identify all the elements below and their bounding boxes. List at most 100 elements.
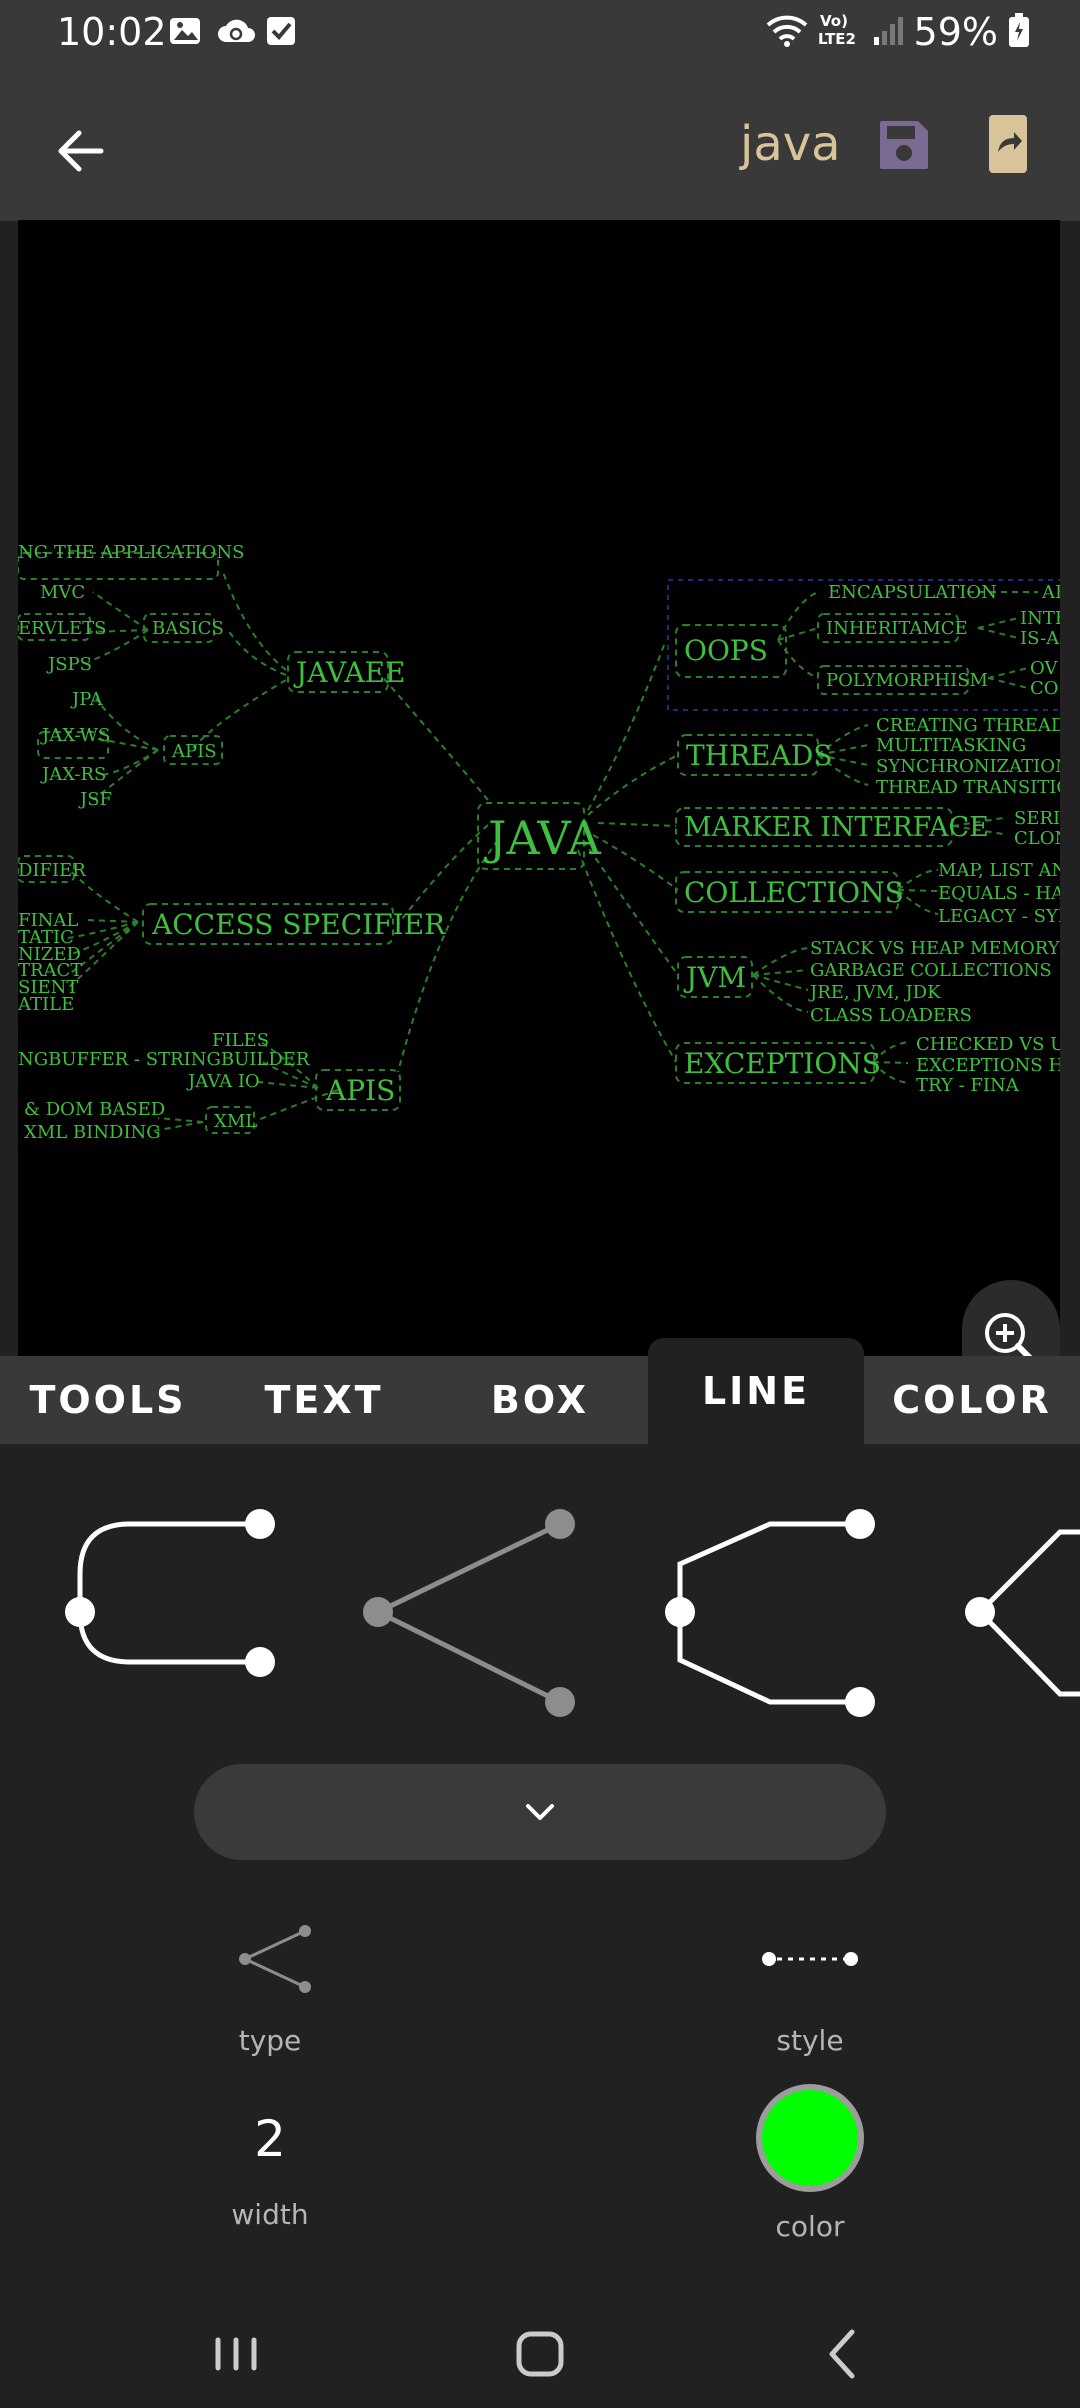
signal-icon — [872, 13, 904, 51]
width-label: width — [231, 2198, 309, 2231]
mindmap-leaf: ERVLETS — [18, 618, 106, 639]
straight-fork-line-icon[interactable] — [363, 1509, 575, 1717]
tab-text[interactable]: TEXT — [216, 1356, 432, 1444]
save-button[interactable] — [878, 112, 940, 178]
tab-tools[interactable]: TOOLS — [0, 1356, 216, 1444]
battery-percentage: 59% — [913, 10, 998, 54]
mindmap-leaf: CHECKED VS UN — [916, 1034, 1060, 1055]
mindmap-leaf: ENCAPSULATION — [828, 582, 997, 603]
mindmap-leaf: APIS — [171, 741, 217, 762]
back-chevron-icon — [829, 2329, 855, 2379]
mindmap-leaf: SYNCHRONIZATION — [876, 756, 1060, 777]
line-options-panel: type style 2 width color — [0, 1444, 1080, 2314]
mindmap-svg: JAVA JAVAEE ACCESS SPECIFIER APIS OOPS T… — [18, 542, 1060, 1143]
mindmap-leaf: MVC — [40, 582, 85, 603]
chevron-down-icon — [526, 1804, 554, 1820]
export-button[interactable] — [988, 112, 1034, 178]
status-time: 10:02 — [57, 10, 167, 54]
svg-text:Vo): Vo) — [820, 12, 848, 30]
mindmap-node-marker-interface: MARKER INTERFACE — [684, 812, 989, 843]
mindmap-leaf: JSF — [78, 789, 112, 810]
mindmap-node-apis: APIS — [325, 1074, 395, 1107]
document-title: java — [740, 116, 841, 172]
style-label: style — [776, 2024, 844, 2057]
curved-bracket-line-icon[interactable] — [65, 1509, 275, 1677]
mindmap-leaf: IS-A — [1020, 628, 1060, 649]
line-shape-options — [0, 1444, 1080, 1734]
mindmap-leaf: DIFIER — [18, 860, 86, 881]
wifi-icon — [766, 13, 808, 51]
mindmap-node-collections: COLLECTIONS — [684, 876, 904, 909]
cloud-sync-icon — [216, 14, 255, 48]
mindmap-leaf: JAVA IO — [186, 1071, 260, 1092]
tool-tabs: TOOLS TEXT BOX LINE COLOR — [0, 1338, 1080, 1444]
mindmap-leaf: INTE — [1020, 608, 1060, 629]
home-icon — [516, 2331, 564, 2377]
recent-apps-button[interactable] — [196, 2322, 276, 2386]
angled-bracket-line-icon[interactable] — [665, 1509, 875, 1717]
mindmap-leaf: SERIA — [1014, 808, 1060, 829]
checkbox-icon — [264, 14, 298, 48]
status-system-icons: Vo) LTE2 59% — [766, 10, 1030, 54]
mindmap-leaf: INHERITAMCE — [826, 618, 968, 639]
mindmap-leaf: CREATING THREADS — [876, 715, 1060, 736]
mindmap-leaf: XML BINDING — [24, 1122, 161, 1143]
back-button[interactable] — [40, 111, 120, 191]
mindmap-leaf: THREAD TRANSITION — [876, 777, 1060, 798]
line-color-option[interactable]: color — [710, 2084, 910, 2243]
mindmap-node-access-specifier: ACCESS SPECIFIER — [151, 908, 446, 941]
arrow-left-icon — [58, 130, 104, 172]
floppy-disk-icon — [880, 121, 928, 169]
mindmap-leaf: XML — [214, 1111, 257, 1132]
app-bar: java — [0, 66, 1080, 221]
fork-line-type-icon — [239, 1925, 311, 1993]
mindmap-leaf: STACK VS HEAP MEMORY — [810, 938, 1060, 959]
dotted-line-style-icon — [762, 1952, 858, 1966]
mindmap-leaf: CO — [1030, 678, 1059, 699]
image-icon — [168, 14, 202, 48]
mindmap-leaf: LEGACY - SYN — [938, 906, 1060, 927]
zoom-in-icon — [985, 1313, 1033, 1356]
line-type-option[interactable]: type — [170, 1904, 370, 2057]
tab-line[interactable]: LINE — [648, 1338, 864, 1444]
tab-color[interactable]: COLOR — [864, 1356, 1080, 1444]
zoom-in-button[interactable] — [980, 1308, 1042, 1356]
mindmap-leaf: NGBUFFER - STRINGBUILDER — [18, 1049, 310, 1070]
svg-text:LTE2: LTE2 — [818, 30, 856, 48]
collapse-options-button[interactable] — [194, 1764, 886, 1860]
mindmap-root: JAVA — [484, 811, 601, 865]
mindmap-leaf: JRE, JVM, JDK — [808, 982, 941, 1003]
mindmap-node-threads: THREADS — [686, 739, 832, 772]
color-label: color — [775, 2210, 845, 2243]
mindmap-leaf: MAP, LIST AND — [938, 860, 1060, 881]
mindmap-leaf: OV — [1030, 658, 1058, 679]
tab-box[interactable]: BOX — [432, 1356, 648, 1444]
mindmap-node-exceptions: EXCEPTIONS — [684, 1047, 881, 1080]
mindmap-node-jvm: JVM — [683, 961, 746, 994]
mindmap-leaf: CLON — [1014, 828, 1060, 849]
mindmap-node-oops: OOPS — [684, 634, 768, 667]
line-width-option[interactable]: 2 width — [170, 2110, 370, 2231]
home-button[interactable] — [500, 2322, 580, 2386]
line-style-option[interactable]: style — [710, 1904, 910, 2057]
mindmap-leaf: GARBAGE COLLECTIONS — [810, 960, 1052, 981]
mindmap-leaf: MULTITASKING — [876, 735, 1026, 756]
recent-apps-icon — [215, 2337, 257, 2371]
mindmap-leaf: ATILE — [18, 994, 74, 1015]
mindmap-canvas[interactable]: JAVA JAVAEE ACCESS SPECIFIER APIS OOPS T… — [18, 220, 1060, 1356]
share-document-icon — [989, 115, 1027, 173]
mindmap-leaf: TRY - FINA — [916, 1075, 1020, 1096]
mindmap-leaf: NG THE APPLICATIONS — [18, 542, 244, 563]
mindmap-leaf: JPA — [70, 689, 104, 710]
width-value: 2 — [254, 2110, 286, 2168]
back-nav-button[interactable] — [804, 2322, 884, 2386]
mindmap-leaf: AB — [1041, 582, 1060, 603]
mindmap-leaf: POLYMORPHISM — [826, 670, 988, 691]
color-swatch — [756, 2084, 864, 2192]
mindmap-node-javaee: JAVAEE — [293, 656, 405, 689]
mindmap-leaf: JAX-RS — [40, 764, 106, 785]
mindmap-leaf: & DOM BASED — [24, 1099, 165, 1120]
status-bar: 10:02 Vo) LTE2 59% — [0, 0, 1080, 66]
type-label: type — [238, 2024, 302, 2057]
angled-fork-line-icon[interactable] — [965, 1529, 1080, 1697]
